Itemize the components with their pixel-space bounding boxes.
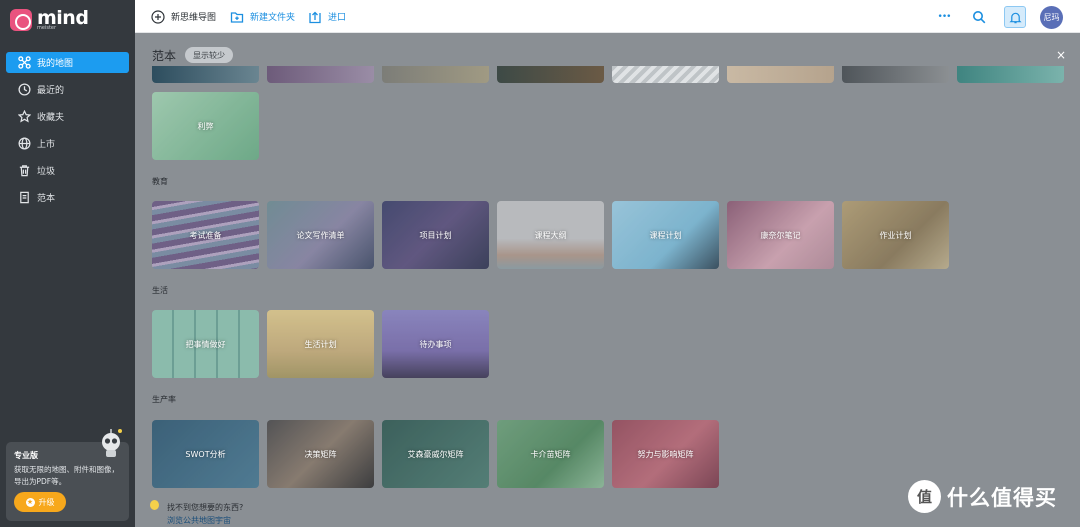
- import-label: 进口: [328, 13, 347, 23]
- section-heading-education: 教育: [152, 177, 168, 186]
- template-card-syllabus[interactable]: 课程大纲: [497, 201, 604, 269]
- notifications-button[interactable]: [1004, 6, 1026, 28]
- card-label: 项目计划: [419, 230, 452, 240]
- sidebar-item-label: 最近的: [37, 86, 65, 96]
- close-button[interactable]: ×: [1056, 48, 1066, 62]
- template-card-pros-cons[interactable]: 利弊: [152, 92, 259, 160]
- sidebar: mind meister 我的地图 最近的 收藏夫 上市 垃圾 范本 专业版 获…: [0, 0, 135, 527]
- card-label: 康奈尔笔记: [760, 230, 801, 240]
- mindmap-icon: [17, 56, 31, 70]
- template-card-partial[interactable]: [382, 66, 489, 83]
- section-heading-productivity: 生产率: [152, 395, 176, 404]
- sidebar-item-my-maps[interactable]: 我的地图: [6, 52, 129, 73]
- star-badge-icon: ★: [25, 497, 35, 507]
- card-label: SWOT分析: [185, 449, 226, 459]
- sidebar-item-label: 范本: [37, 194, 56, 204]
- template-card-partial[interactable]: [727, 66, 834, 83]
- user-avatar[interactable]: 尼玛: [1040, 6, 1063, 29]
- template-card-eisenhower-matrix[interactable]: 艾森豪威尔矩阵: [382, 420, 489, 488]
- watermark-badge: 值: [908, 480, 941, 513]
- card-label: 把事情做好: [185, 339, 226, 349]
- template-card-effort-impact-matrix[interactable]: 努力与影响矩阵: [612, 420, 719, 488]
- search-button[interactable]: [968, 6, 990, 28]
- card-label: 艾森豪威尔矩阵: [407, 449, 464, 459]
- pro-promo: 专业版 获取无限的地图、附件和图像，导出为PDF等。 ★ 升级: [6, 429, 129, 521]
- logo-icon: [10, 9, 32, 31]
- help-line: 找不到您想要的东西?: [167, 503, 244, 512]
- template-card-lesson-plan[interactable]: 课程计划: [612, 201, 719, 269]
- sidebar-item-favorites[interactable]: 收藏夫: [6, 106, 129, 127]
- bell-icon: [1008, 12, 1022, 23]
- card-label: 待办事项: [419, 339, 452, 349]
- template-card-exam-prep[interactable]: 考试准备: [152, 201, 259, 269]
- template-card-swot[interactable]: SWOT分析: [152, 420, 259, 488]
- sidebar-item-label: 上市: [37, 140, 56, 150]
- template-card-homework-plan[interactable]: 作业计划: [842, 201, 949, 269]
- search-icon: [973, 11, 986, 24]
- new-folder-button[interactable]: 新建文件夹: [230, 0, 295, 33]
- lightbulb-icon: [150, 500, 159, 510]
- globe-icon: [17, 137, 31, 151]
- import-button[interactable]: 进口: [308, 0, 346, 33]
- card-label: 考试准备: [189, 230, 222, 240]
- watermark-text: 什么值得买: [947, 485, 1057, 510]
- card-label: 决策矩阵: [304, 449, 337, 459]
- promo-description: 获取无限的地图、附件和图像，导出为PDF等。: [14, 465, 119, 486]
- sidebar-item-templates[interactable]: 范本: [6, 187, 129, 208]
- robot-icon: [102, 429, 122, 457]
- watermark: 值 什么值得买: [908, 480, 1057, 513]
- card-label: 课程计划: [649, 230, 682, 240]
- card-label: 课程大纲: [534, 230, 567, 240]
- template-card-essay-checklist[interactable]: 论文写作清单: [267, 201, 374, 269]
- sidebar-item-label: 收藏夫: [37, 113, 65, 123]
- folder-plus-icon: [230, 11, 244, 23]
- template-card-getting-things-done[interactable]: 把事情做好: [152, 310, 259, 378]
- browse-public-maps-link[interactable]: 浏览公共地图宇宙: [167, 514, 243, 527]
- sidebar-item-label: 垃圾: [37, 167, 56, 177]
- upgrade-label: 升级: [38, 497, 55, 507]
- clock-icon: [17, 83, 31, 97]
- template-card-life-plan[interactable]: 生活计划: [267, 310, 374, 378]
- new-mind-map-button[interactable]: 新思维导图: [151, 0, 216, 33]
- sidebar-item-public[interactable]: 上市: [6, 133, 129, 154]
- star-icon: [17, 110, 31, 124]
- template-card-decision-matrix[interactable]: 决策矩阵: [267, 420, 374, 488]
- template-card-partial[interactable]: [152, 66, 259, 83]
- template-card-partial[interactable]: [497, 66, 604, 83]
- section-heading-life: 生活: [152, 286, 168, 295]
- card-label: 作业计划: [879, 230, 912, 240]
- template-card-partial[interactable]: [612, 66, 719, 83]
- template-card-partial[interactable]: [842, 66, 949, 83]
- page-title: 范本: [152, 49, 177, 63]
- card-label: 利弊: [197, 121, 214, 131]
- help-prompt: 找不到您想要的东西? 浏览公共地图宇宙: [150, 500, 244, 527]
- template-card-bcg-matrix[interactable]: 卡介苗矩阵: [497, 420, 604, 488]
- template-card-project-plan[interactable]: 项目计划: [382, 201, 489, 269]
- sidebar-item-recent[interactable]: 最近的: [6, 79, 129, 100]
- trash-icon: [17, 164, 31, 178]
- card-label: 努力与影响矩阵: [637, 449, 694, 459]
- app-logo[interactable]: mind meister: [10, 9, 89, 31]
- sidebar-nav: 我的地图 最近的 收藏夫 上市 垃圾 范本: [6, 52, 129, 214]
- upload-icon: [309, 11, 321, 23]
- template-card-todo[interactable]: 待办事项: [382, 310, 489, 378]
- new-folder-label: 新建文件夹: [250, 13, 296, 23]
- top-toolbar: 新思维导图 新建文件夹 进口 ••• 尼玛: [135, 0, 1080, 33]
- new-map-label: 新思维导图: [171, 13, 217, 23]
- upgrade-button[interactable]: ★ 升级: [14, 492, 66, 512]
- template-card-partial[interactable]: [957, 66, 1064, 83]
- card-label: 生活计划: [304, 339, 337, 349]
- templates-panel: 范本 显示较少 × 利弊 教育 考试准备 论文写作清单 项目计划 课程大纲 课程…: [135, 33, 1080, 527]
- card-label: 卡介苗矩阵: [530, 449, 571, 459]
- more-options-button[interactable]: •••: [933, 6, 955, 28]
- template-card-partial[interactable]: [267, 66, 374, 83]
- sidebar-item-label: 我的地图: [37, 59, 74, 69]
- template-icon: [17, 191, 31, 205]
- watermark-badge-text: 值: [916, 488, 932, 506]
- sidebar-item-trash[interactable]: 垃圾: [6, 160, 129, 181]
- template-card-cornell-notes[interactable]: 康奈尔笔记: [727, 201, 834, 269]
- card-label: 论文写作清单: [296, 230, 345, 240]
- show-less-toggle[interactable]: 显示较少: [185, 47, 233, 63]
- plus-circle-icon: [151, 9, 165, 24]
